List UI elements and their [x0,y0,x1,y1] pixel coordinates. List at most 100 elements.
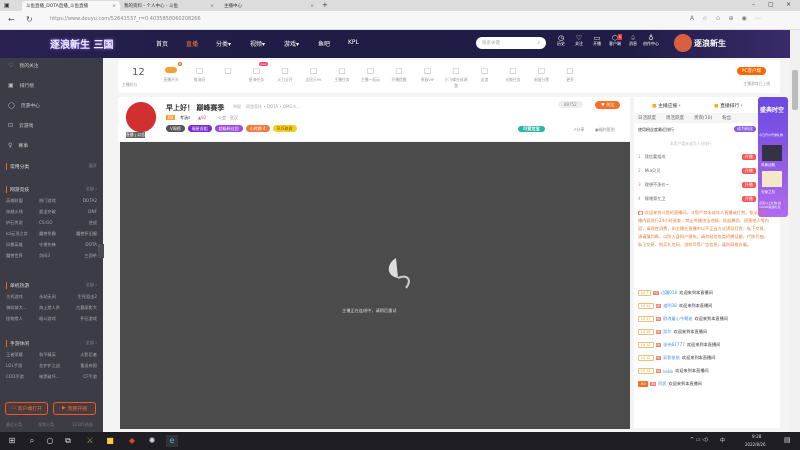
category-link[interactable]: CF手游 [72,374,97,380]
rank-row[interactable]: 3 理想不涨价~ 开播 [638,182,756,188]
toolbar-item[interactable]: ▢ 火力全开 [272,66,298,83]
footer-link[interactable]: 最近分类 [6,422,22,428]
category-link[interactable]: 风暴英雄 [6,242,39,248]
rank-row[interactable]: 2 Mia贝贝 开播 [638,168,756,174]
tag-hourly[interactable]: 小时榜 4 [245,125,270,132]
tag-weekly[interactable]: V周榜 [166,125,185,132]
toolbar-item[interactable]: ▢ 友谊 [472,66,498,83]
category-link[interactable]: DOTA [72,242,97,248]
category-link[interactable]: 古墓丽影大 [72,305,97,311]
tag-fan-club[interactable]: 超级粉丝团 [214,125,243,132]
toolbar-item[interactable]: ▢ 推流码 [187,66,213,83]
category-link[interactable]: 热门游戏 [39,198,72,204]
tab-fans[interactable]: 粉丝 [722,115,731,121]
new-tab-button[interactable]: + [322,1,328,9]
toolbar-item[interactable]: ▢ [215,66,241,77]
toolbar-item[interactable]: ▢ 全民乐PK [301,66,327,83]
tab-live-rank[interactable]: ■ 直播排行 › [714,102,743,109]
nav-home[interactable]: 首页 [156,39,168,48]
avatar[interactable] [674,34,692,52]
pc-client-button[interactable]: PC客户端 [736,67,766,75]
chat-username[interactable]: 彩影依依 [663,355,680,361]
report-link[interactable]: 举报 [233,104,241,110]
chat-username[interactable]: 张伟61777 [663,342,685,348]
category-link[interactable]: 逆战 [72,220,97,226]
toolbar-item[interactable]: ▢ 主播一起玩 [358,66,384,83]
category-link[interactable]: 怀旧游戏 [72,316,97,322]
sidebar-item-cloud-games[interactable]: ⊡ 云游戏 [8,122,33,129]
category-link[interactable]: 王者荣耀 [6,352,39,358]
nav-games[interactable]: 游戏▾ [284,39,299,48]
tab-anchor-support[interactable]: ■ 主播应援 › [652,102,681,109]
search-icon[interactable]: ⌕ [26,435,38,447]
app-icon[interactable]: ■ [104,435,116,447]
become-fan-button[interactable]: 成为粉丝 [734,126,756,132]
url-input[interactable]: https://www.douyu.com/52641537_r=0.40358… [50,16,201,22]
rank-row[interactable]: 4 嘿嘿第忙卫 开播 [638,196,756,202]
close-icon[interactable]: × [310,4,314,9]
toolbar-item[interactable]: ▢ 谢留分票 [529,66,555,83]
category-link[interactable]: 暗黑破坏... [39,374,72,380]
chat-username[interactable]: 道明38 [663,303,677,309]
nav-category[interactable]: 分类▾ [216,39,231,48]
nav-video[interactable]: 视频▾ [250,39,265,48]
clock-date[interactable]: 2022/8/26 [745,442,766,447]
rank-action-button[interactable]: 开播 [741,154,756,160]
app-icon[interactable]: ✺ [146,435,158,447]
category-link[interactable]: 穿越火线 [6,209,39,215]
toolbar-item[interactable]: ▢ 星海任务 new [244,62,270,83]
category-link[interactable]: 和平精英 [39,352,72,358]
category-link[interactable]: COD手游 [6,374,39,380]
creator-center-button[interactable]: ♁ 创作中心 [642,35,660,47]
messages-button[interactable]: ♤ 消息 [624,35,642,47]
category-link[interactable]: 格斗游戏 [39,316,72,322]
category-link[interactable]: 剑网3 [39,253,72,259]
page-scrollbar[interactable] [790,30,800,432]
clock-time[interactable]: 9:28 [752,434,761,439]
category-link[interactable]: 火影忍者 [72,352,97,358]
maximize-button[interactable]: ▢ [768,1,774,8]
category-link[interactable]: 重返帝国 [72,363,97,369]
tab-vip[interactable]: 贵宾(10) [694,115,712,121]
all-link[interactable]: 全部 › [86,282,97,288]
tab-douyu[interactable]: 斗鱼直播_DOTA直播_斗鱼直播 × [22,1,120,11]
tray-icons[interactable]: ^ ▭ ◁) [690,437,708,443]
close-window-button[interactable]: × [786,1,791,8]
client-button[interactable]: ⬡ 客户端 6 [606,34,624,47]
rank-action-button[interactable]: 开播 [741,196,756,202]
category-link[interactable]: 魔兽世界 [6,253,39,259]
category-link[interactable]: 三国杀 [72,253,97,259]
toolbar-item[interactable]: ▢ 主播任务 [329,66,355,83]
logo[interactable]: 逐浪新生 三国 [50,36,113,51]
category-breadcrumb[interactable]: 网游竞技 • DOTA • OMG大... [246,104,300,110]
search-input[interactable]: 搜索关键 ⌕ [476,37,546,49]
checkin-button[interactable]: ▣福利签到 [595,127,615,133]
tag-league[interactable]: SUS联赛 [272,125,297,132]
sidebar-item-ranking[interactable]: ▣ 排行榜 [8,82,34,89]
category-link[interactable]: 怪物猎人 [6,316,39,322]
all-link[interactable]: 全部 › [86,186,97,192]
rank-row[interactable]: 1 我信要组成 开播 [638,154,756,160]
category-link[interactable]: 金铲铲之战 [39,363,72,369]
minimize-button[interactable]: – [752,1,755,8]
chat-username[interactable]: 欧改童心今朝逝 [663,316,692,322]
category-link[interactable]: DNF [72,209,97,215]
category-link[interactable]: 守望先锋 [39,242,72,248]
toolbar-item[interactable]: ▢ 贵族VIP [415,66,441,83]
toolbar-item[interactable]: ▢ 更多 [557,66,583,83]
category-link[interactable]: 超击突破 [39,209,72,215]
category-link[interactable]: 生死狙击2 [72,294,97,300]
footer-link[interactable]: 视频分类 [38,422,54,428]
category-link[interactable]: LOL手游 [6,363,39,369]
streamer-name[interactable]: 考涵s [180,115,190,121]
ime-indicator[interactable]: 中 [720,437,725,444]
nav-live[interactable]: 直播 [186,39,198,48]
rank-action-button[interactable]: 开播 [741,168,756,174]
category-link[interactable]: 永劫无间 [39,294,72,300]
toolbar-item[interactable]: 直播开关 8 [158,62,184,83]
start-live-button[interactable]: ▭ 开播 [588,35,606,47]
promo-panel[interactable]: 盛典时空 今日开户开通礼物 风暴战舰 天使之恋 点亮以上礼物 赢10000鱼翅礼… [758,97,788,217]
category-link[interactable]: 海上猎人杀 [39,305,72,311]
chat-username[interactable]: kekb [663,369,673,374]
category-link[interactable]: 炉石传说 [6,220,39,226]
